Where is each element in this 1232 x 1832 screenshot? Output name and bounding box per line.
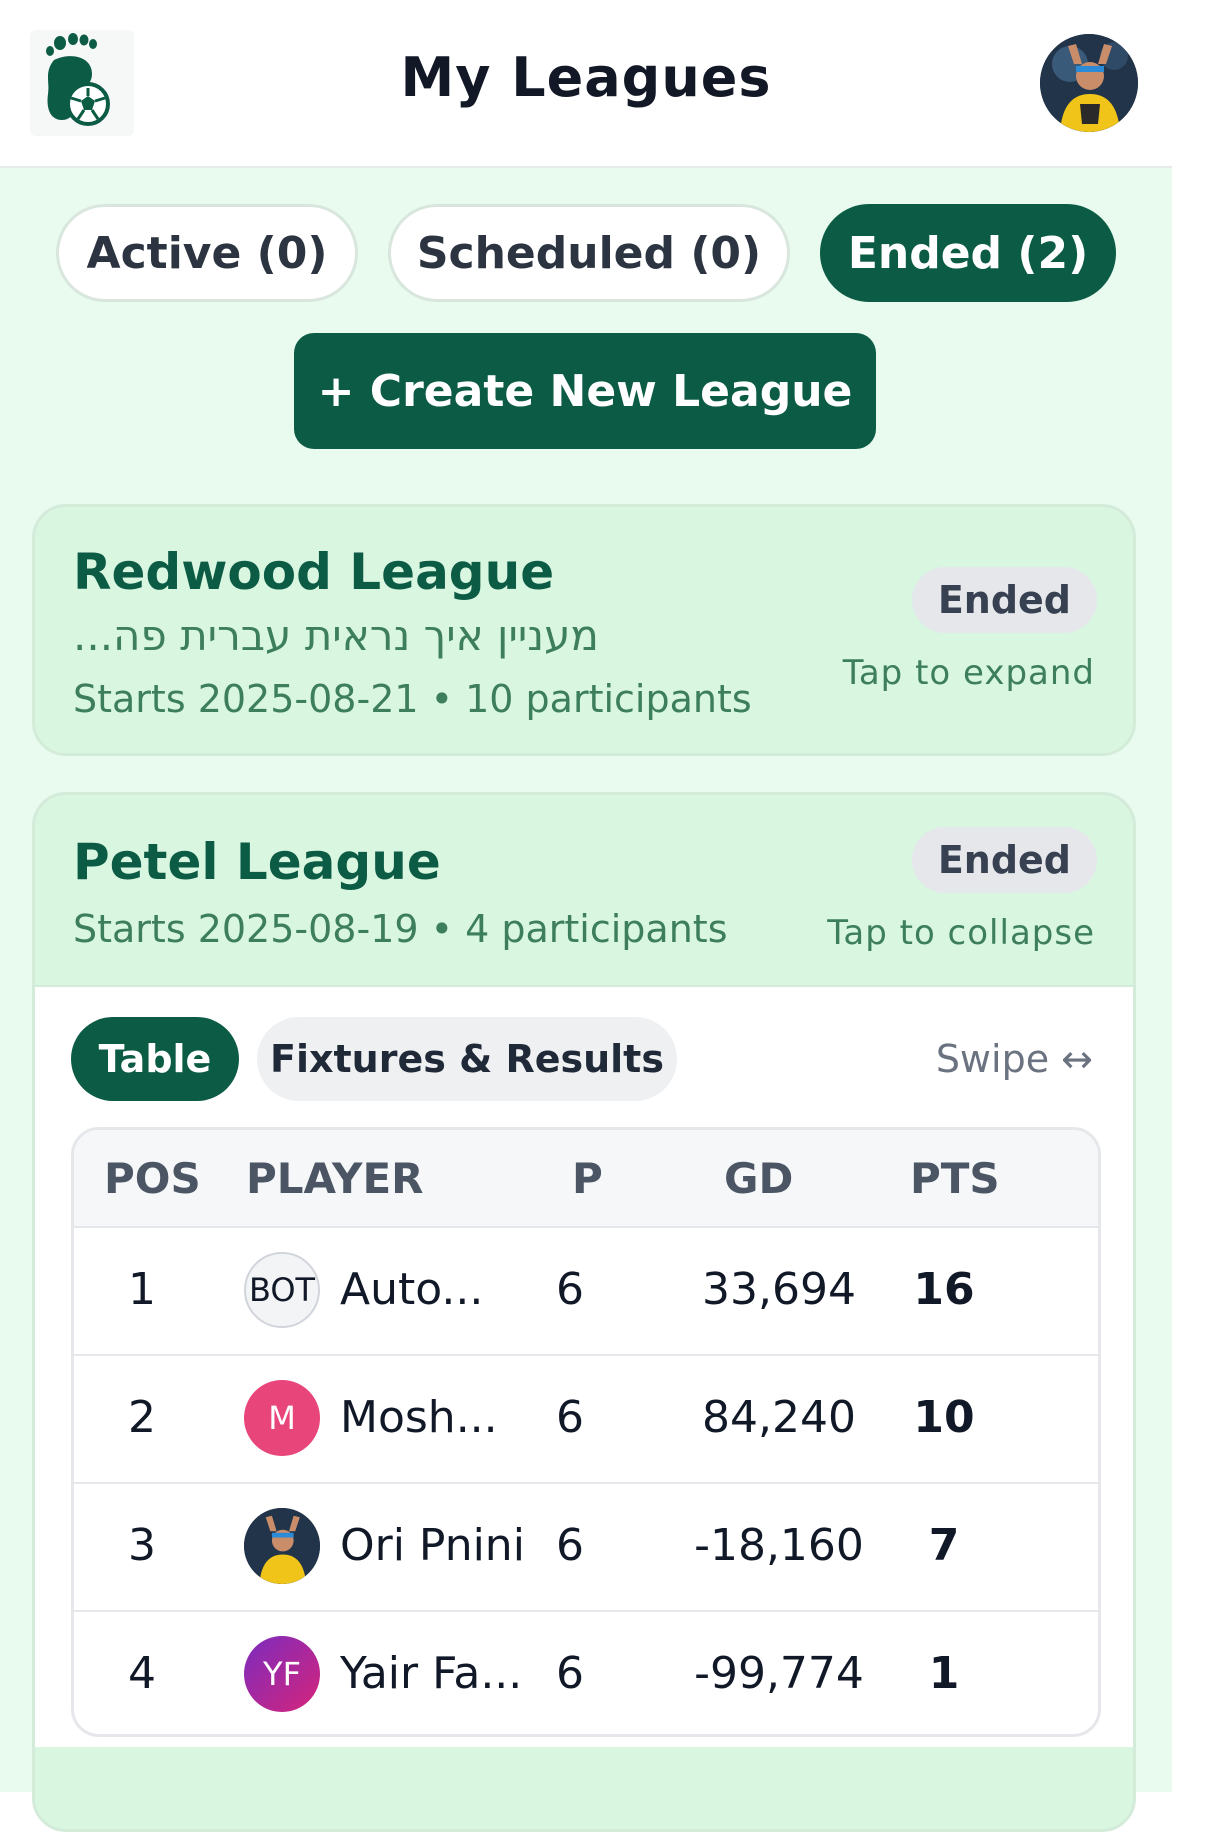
row-pos: 2	[128, 1392, 156, 1443]
create-league-button[interactable]: + Create New League	[294, 333, 876, 449]
filter-ended-button[interactable]: Ended (2)	[820, 204, 1116, 302]
column-pts: PTS	[910, 1154, 1000, 1203]
initials-avatar-icon: M	[244, 1380, 320, 1456]
filter-scheduled-button[interactable]: Scheduled (0)	[388, 204, 790, 302]
column-played: P	[572, 1154, 603, 1203]
tab-fixtures-results[interactable]: Fixtures & Results	[257, 1017, 677, 1101]
tab-table[interactable]: Table	[71, 1017, 239, 1101]
row-played: 6	[556, 1520, 584, 1571]
initials-avatar-icon: YF	[244, 1636, 320, 1712]
row-pts: 1	[928, 1648, 960, 1699]
table-row[interactable]: 4 YF Yair Fa... 6 -99,774 1	[74, 1610, 1098, 1734]
status-badge: Ended	[911, 827, 1097, 893]
row-player: Ori Pnini	[340, 1520, 525, 1571]
status-badge: Ended	[911, 567, 1097, 633]
table-row[interactable]: 2 M Mosh... 6 84,240 10	[74, 1354, 1098, 1484]
table-header: POS PLAYER P GD PTS	[74, 1130, 1098, 1228]
row-pos: 4	[128, 1648, 156, 1699]
bot-avatar-icon: BOT	[244, 1252, 320, 1328]
league-card-petel: Petel League Starts 2025-08-19 • 4 parti…	[32, 792, 1136, 1832]
row-gd: 84,240	[702, 1392, 856, 1443]
table-row[interactable]: 1 BOT Auto... 6 33,694 16	[74, 1226, 1098, 1356]
expand-hint[interactable]: Tap to expand	[843, 653, 1095, 693]
league-name: Petel League	[73, 833, 441, 891]
row-pos: 1	[128, 1264, 156, 1315]
row-played: 6	[556, 1264, 584, 1315]
user-photo-avatar-icon	[244, 1508, 320, 1584]
league-meta: Starts 2025-08-19 • 4 participants	[73, 907, 728, 951]
league-details: Table Fixtures & Results Swipe ↔ POS PLA…	[35, 985, 1133, 1747]
row-player: Auto...	[340, 1264, 484, 1315]
table-row[interactable]: 3 Ori Pnini 6 -18,160 7	[74, 1482, 1098, 1612]
standings-table: POS PLAYER P GD PTS 1 BOT Auto... 6 33,6…	[71, 1127, 1101, 1737]
row-gd: 33,694	[702, 1264, 856, 1315]
league-name: Redwood League	[73, 543, 555, 601]
row-played: 6	[556, 1648, 584, 1699]
swipe-hint: Swipe ↔	[935, 1037, 1093, 1081]
filter-active-button[interactable]: Active (0)	[56, 204, 358, 302]
row-pos: 3	[128, 1520, 156, 1571]
league-card-redwood[interactable]: Redwood League מעניין איך נראית עברית פה…	[32, 504, 1136, 756]
column-gd: GD	[724, 1154, 794, 1203]
row-gd: -99,774	[694, 1648, 864, 1699]
row-player: Yair Fa...	[340, 1648, 523, 1699]
collapse-hint[interactable]: Tap to collapse	[827, 913, 1095, 953]
row-played: 6	[556, 1392, 584, 1443]
column-player: PLAYER	[246, 1154, 424, 1203]
row-pts: 16	[913, 1264, 975, 1315]
row-pts: 7	[928, 1520, 960, 1571]
league-description: מעניין איך נראית עברית פה...	[73, 611, 599, 660]
app-header: My Leagues	[0, 0, 1172, 168]
row-player: Mosh...	[340, 1392, 498, 1443]
league-meta: Starts 2025-08-21 • 10 participants	[73, 677, 752, 721]
column-pos: POS	[104, 1154, 201, 1203]
user-avatar-icon[interactable]	[1040, 34, 1138, 132]
row-pts: 10	[913, 1392, 975, 1443]
page-title: My Leagues	[400, 46, 772, 109]
page-margin	[1172, 0, 1232, 1792]
row-gd: -18,160	[694, 1520, 864, 1571]
